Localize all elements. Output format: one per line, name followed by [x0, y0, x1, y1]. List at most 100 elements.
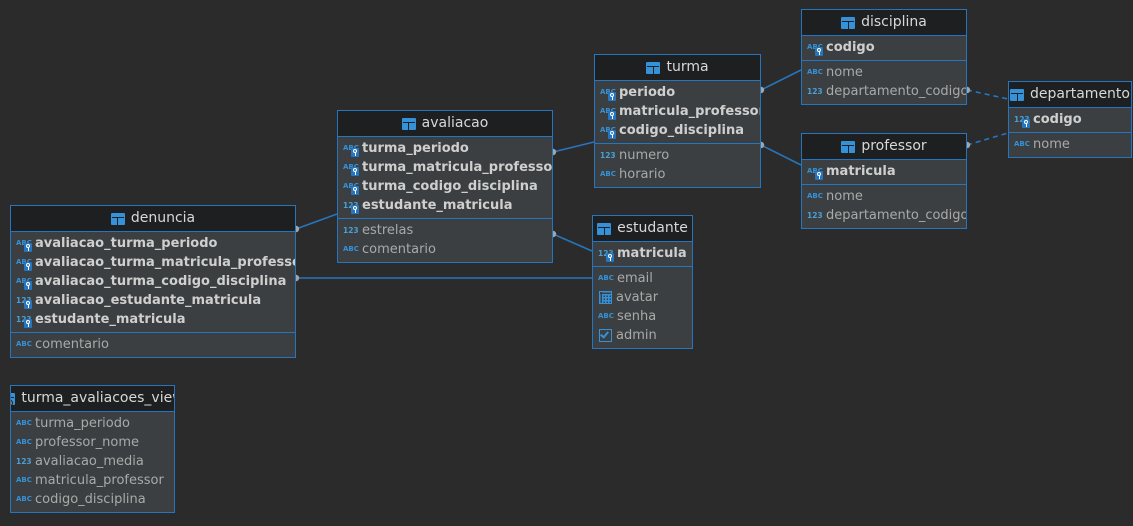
column-row[interactable]: 123 estrelas: [338, 221, 552, 240]
column-name: estudante_matricula: [35, 312, 186, 327]
column-name: turma_codigo_disciplina: [362, 179, 538, 194]
entity-title: estudante: [617, 220, 688, 236]
primary-key-icon: [608, 130, 616, 139]
column-row[interactable]: ABC comentario: [338, 240, 552, 259]
column-name: numero: [619, 148, 670, 163]
column-row[interactable]: 123estudante_matricula: [338, 196, 552, 215]
entity-header-professor[interactable]: professor: [802, 134, 966, 160]
text-type-icon: ABC: [598, 312, 614, 320]
column-row[interactable]: 123estudante_matricula: [11, 310, 295, 329]
column-name: avaliacao_turma_periodo: [35, 236, 218, 251]
entity-header-turma_avaliacoes_view[interactable]: turma_avaliacoes_view: [11, 386, 174, 412]
column-name: codigo: [826, 40, 875, 55]
column-row[interactable]: ABCmatricula_professor: [595, 102, 760, 121]
column-row[interactable]: 123matricula: [593, 244, 692, 263]
relationship-turma-to-professor: [757, 141, 802, 166]
entity-turma_avaliacoes_view[interactable]: turma_avaliacoes_view ABC turma_periodo ABC…: [10, 385, 175, 513]
column-row[interactable]: ABCcodigo_disciplina: [595, 121, 760, 140]
entity-column-section: ABC nome: [1009, 132, 1131, 157]
entity-professor[interactable]: professor ABCmatricula ABCnome123departame…: [801, 133, 967, 229]
numeric-type-icon: 123: [16, 293, 32, 309]
column-row[interactable]: ABCturma_codigo_disciplina: [338, 177, 552, 196]
column-row[interactable]: ABCperiodo: [595, 83, 760, 102]
primary-key-icon: [815, 171, 823, 180]
column-name: codigo_disciplina: [619, 123, 745, 138]
column-row[interactable]: avatar: [593, 288, 692, 307]
entity-header-denuncia[interactable]: denuncia: [11, 206, 295, 232]
column-row[interactable]: ABC comentario: [11, 335, 295, 354]
column-row[interactable]: ABC senha: [593, 307, 692, 326]
relationship-professor-to-departamento: [963, 132, 1009, 149]
column-row[interactable]: ABC nome: [802, 187, 966, 206]
table-icon: [841, 16, 856, 29]
entity-column-section: ABC comentario: [11, 332, 295, 357]
column-row[interactable]: ABCturma_periodo: [11, 414, 174, 433]
primary-key-icon: [24, 319, 32, 328]
column-row[interactable]: ABCavaliacao_turma_codigo_disciplina: [11, 272, 295, 291]
entity-key-section: ABCperiodoABCmatricula_professorABCcodig…: [595, 81, 760, 143]
column-name: avaliacao_turma_codigo_disciplina: [35, 274, 287, 289]
text-type-icon: ABC: [600, 170, 616, 178]
entity-title: turma_avaliacoes_view: [21, 390, 175, 406]
entity-title: denuncia: [130, 210, 196, 226]
primary-key-icon: [351, 186, 359, 195]
text-type-icon: ABC: [807, 40, 823, 56]
column-row[interactable]: ABC email: [593, 269, 692, 288]
column-row[interactable]: ABC nome: [1009, 135, 1131, 154]
column-row[interactable]: ABCmatricula: [802, 162, 966, 181]
column-row[interactable]: ABCavaliacao_turma_periodo: [11, 234, 295, 253]
entity-header-estudante[interactable]: estudante: [593, 216, 692, 242]
column-row[interactable]: ABC nome: [802, 63, 966, 82]
entity-header-departamento[interactable]: departamento: [1009, 82, 1131, 108]
entity-key-section: 123codigo: [1009, 108, 1131, 132]
er-diagram-canvas[interactable]: disciplinaABCcodigoABCnome123departament…: [0, 0, 1133, 526]
column-row[interactable]: ABCavaliacao_turma_matricula_professor: [11, 253, 295, 272]
column-row[interactable]: 123 numero: [595, 146, 760, 165]
entity-departamento[interactable]: departamento 123codigo ABCnome: [1008, 81, 1132, 158]
column-row[interactable]: ABCcodigo_disciplina: [11, 490, 174, 509]
column-row[interactable]: ABC horario: [595, 165, 760, 184]
column-row[interactable]: ABCmatricula_professor: [11, 471, 174, 490]
column-name: nome: [826, 65, 863, 80]
column-row[interactable]: 123 departamento_codigo: [802, 206, 966, 225]
text-type-icon: ABC: [16, 476, 32, 484]
column-name: turma_periodo: [35, 416, 130, 431]
entity-column-section: ABC nome 123 departamento_codigo: [802, 60, 966, 104]
column-row[interactable]: 123 avaliacao_media: [11, 452, 174, 471]
entity-turma[interactable]: turmaABCperiodoABCmatricula_professorABC…: [594, 54, 761, 188]
column-row[interactable]: 123codigo: [1009, 110, 1131, 129]
entity-key-section: ABCcodigo: [802, 36, 966, 60]
entity-header-turma[interactable]: turma: [595, 55, 760, 81]
entity-header-avaliacao[interactable]: avaliacao: [338, 111, 552, 137]
column-name: periodo: [619, 85, 676, 100]
text-type-icon: ABC: [16, 340, 32, 348]
column-name: departamento_codigo: [826, 208, 967, 223]
entity-title: disciplina: [861, 14, 927, 30]
numeric-type-icon: 123: [1014, 112, 1030, 128]
entity-column-section: ABC email avatar ABC senha admin: [593, 266, 692, 348]
primary-key-icon: [606, 253, 614, 262]
primary-key-icon: [608, 111, 616, 120]
column-row[interactable]: 123 departamento_codigo: [802, 82, 966, 101]
column-name: senha: [617, 309, 657, 324]
entity-denuncia[interactable]: denunciaABCavaliacao_turma_periodoABCava…: [10, 205, 296, 358]
column-row[interactable]: 123avaliacao_estudante_matricula: [11, 291, 295, 310]
numeric-type-icon: 123: [343, 226, 359, 235]
column-row[interactable]: ABC professor_nome: [11, 433, 174, 452]
relationship-avaliacao-to-estudante: [549, 230, 593, 252]
text-type-icon: ABC: [807, 192, 823, 200]
column-row[interactable]: admin: [593, 326, 692, 345]
entity-estudante[interactable]: estudante123matriculaABCemailavatarABCse…: [592, 215, 693, 349]
entity-column-section: 123 estrelas ABC comentario: [338, 218, 552, 262]
column-row[interactable]: ABCturma_periodo: [338, 139, 552, 158]
column-name: codigo: [1033, 112, 1082, 127]
column-name: estrelas: [362, 223, 414, 238]
entity-avaliacao[interactable]: avaliacao ABCturma_periodoABCturma_matric…: [337, 110, 553, 263]
entity-key-section: ABCturma_periodoABCturma_matricula_profe…: [338, 137, 552, 218]
column-name: matricula_professor: [35, 473, 164, 488]
entity-disciplina[interactable]: disciplinaABCcodigoABCnome123departament…: [801, 9, 967, 105]
column-row[interactable]: ABCcodigo: [802, 38, 966, 57]
entity-title: avaliacao: [421, 115, 489, 131]
column-row[interactable]: ABCturma_matricula_professor: [338, 158, 552, 177]
entity-header-disciplina[interactable]: disciplina: [802, 10, 966, 36]
